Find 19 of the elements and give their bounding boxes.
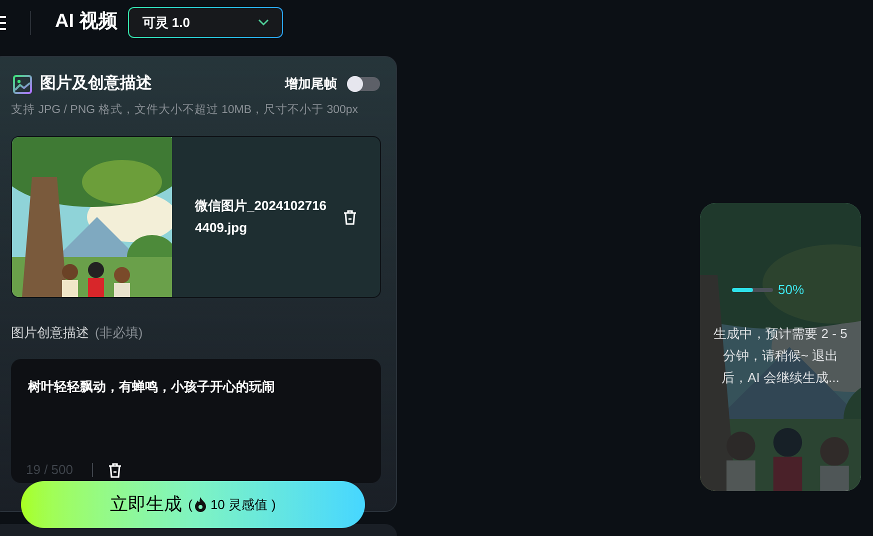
chevron-down-icon [258, 19, 270, 26]
page-title: AI 视频 [55, 10, 118, 34]
optional-hint: (非必填) [95, 324, 143, 342]
section-title: 图片及创意描述 [40, 73, 152, 94]
toggle-label: 增加尾帧 [285, 75, 337, 94]
flame-icon [194, 497, 208, 512]
file-name: 微信图片_20241027164409.jpg [195, 197, 328, 238]
description-text: 树叶轻轻飘动，有蝉鸣，小孩子开心的玩闹 [28, 378, 275, 396]
upload-hint: 支持 JPG / PNG 格式，文件大小不超过 10MB，尺寸不小于 300px [10, 102, 360, 118]
description-label: 图片创意描述 [11, 324, 89, 342]
trash-icon[interactable] [343, 209, 357, 226]
menu-icon[interactable] [0, 16, 6, 30]
model-select[interactable]: 可灵 1.0 [128, 7, 284, 38]
trash-icon[interactable] [108, 462, 122, 478]
progress-message: 生成中，预计需要 2 - 5 分钟，请稍候~ 退出后，AI 会继续生成... [713, 325, 848, 387]
image-icon [13, 74, 32, 94]
generate-button[interactable]: 立即生成 ( 10 灵感值 ) [21, 481, 365, 528]
progress-percent: 50% [778, 281, 804, 299]
end-frame-toggle[interactable] [347, 77, 380, 91]
